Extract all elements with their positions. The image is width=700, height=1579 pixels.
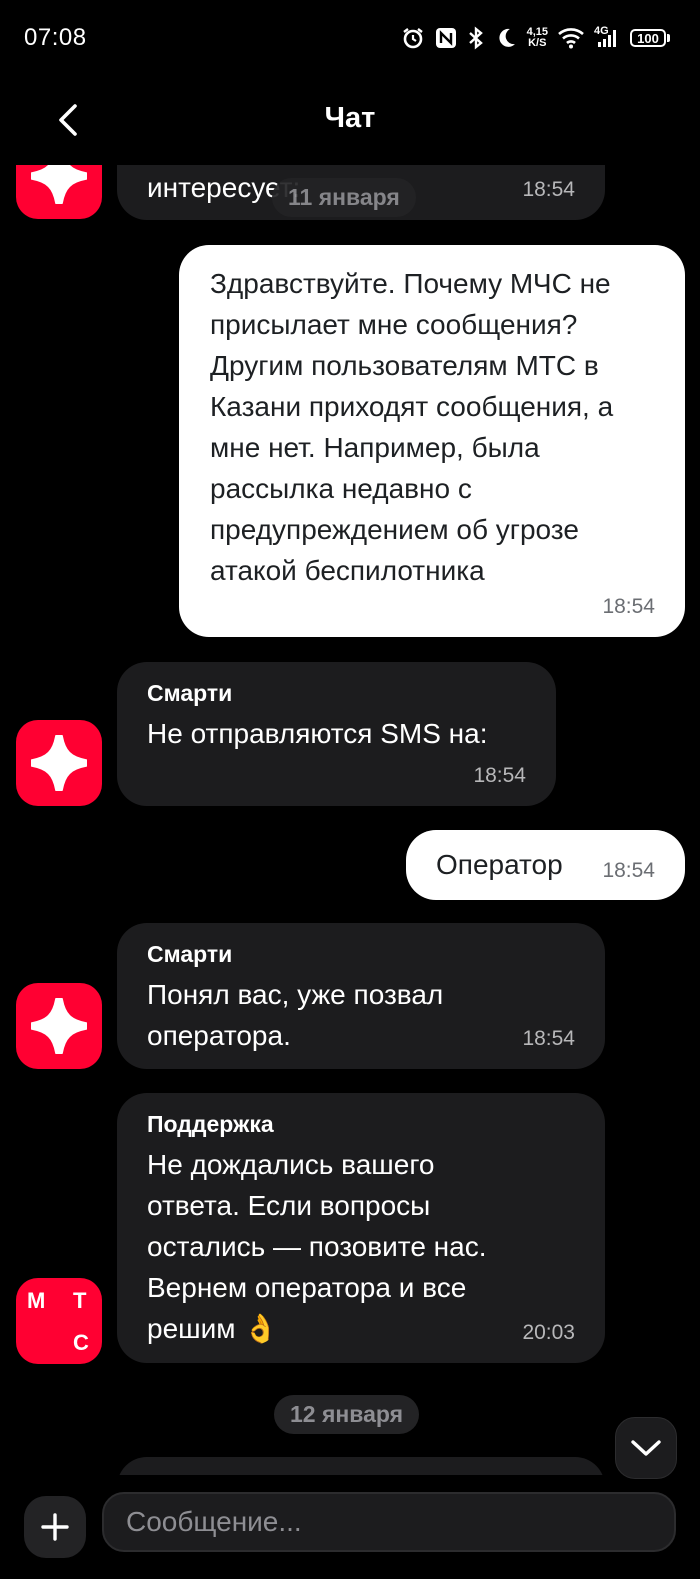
mts-logo-letter: М — [27, 1288, 46, 1313]
message-text: Не дождались вашего ответа. Если вопросы… — [147, 1149, 487, 1344]
nfc-icon — [435, 27, 457, 49]
sparkle-icon — [31, 998, 87, 1054]
message-sender: Смарти — [147, 941, 233, 967]
date-separator: 12 января — [274, 1395, 420, 1434]
bluetooth-icon — [467, 26, 485, 50]
mts-avatar: М Т С — [16, 1278, 102, 1364]
message-time: 18:54 — [473, 764, 526, 787]
alarm-icon — [401, 26, 425, 50]
message-bubble-outgoing[interactable]: Здравствуйте. Почему МЧС не присылает мн… — [179, 245, 685, 637]
mts-logo: М Т С — [16, 1278, 102, 1364]
message-text: Понял вас, уже позвал оператора. — [147, 979, 444, 1051]
message-time: 18:54 — [522, 178, 575, 201]
message-bubble-incoming[interactable]: Поддержка Не дождались вашего ответа. Ес… — [117, 1093, 605, 1363]
cellular-signal-icon: 4G — [594, 25, 620, 49]
status-time: 07:08 — [24, 24, 87, 51]
message-time: 18:54 — [602, 859, 655, 882]
message-bubble-outgoing[interactable]: Оператор 18:54 — [406, 830, 685, 900]
status-icons: 4,15 K/S 4G 100 — [401, 22, 670, 54]
page-title: Чат — [324, 102, 376, 134]
message-time: 18:54 — [522, 1027, 575, 1050]
message-bubble-incoming[interactable]: Смарти Понял вас, уже позвал оператора. … — [117, 923, 605, 1069]
message-bubble-incoming[interactable] — [117, 1457, 605, 1475]
message-time: 18:54 — [602, 595, 655, 618]
battery-indicator: 100 — [630, 29, 670, 47]
plus-icon — [41, 1513, 69, 1541]
message-bubble-incoming[interactable]: Смарти Не отправляются SMS на: 18:54 — [117, 662, 556, 806]
status-bar: 07:08 4,15 K/S 4G 100 — [0, 0, 700, 78]
network-type: 4G — [594, 25, 609, 37]
message-input[interactable] — [102, 1492, 676, 1552]
scroll-to-bottom-button[interactable] — [615, 1417, 677, 1479]
battery-level: 100 — [630, 29, 666, 47]
message-time: 20:03 — [522, 1321, 575, 1344]
network-speed-unit: K/S — [528, 37, 547, 49]
message-text: Здравствуйте. Почему МЧС не присылает мн… — [210, 268, 614, 586]
chevron-down-icon — [631, 1440, 661, 1456]
chat-header: Чат — [0, 80, 700, 160]
mts-logo-letter: Т — [73, 1288, 87, 1313]
attach-button[interactable] — [24, 1496, 86, 1558]
sparkle-icon — [31, 735, 87, 791]
message-text: Не отправляются SMS на: — [147, 718, 488, 749]
date-separator: 11 января — [272, 178, 416, 217]
moon-icon — [495, 27, 517, 49]
mts-logo-letter: С — [73, 1330, 89, 1355]
sparkle-icon — [31, 165, 87, 204]
message-sender: Поддержка — [147, 1111, 274, 1137]
wifi-icon — [558, 27, 584, 49]
message-list[interactable]: интересует: 18:54 11 января Здравствуйте… — [0, 165, 700, 1475]
message-composer — [0, 1480, 700, 1579]
message-sender: Смарти — [147, 680, 233, 706]
chat-screen: 07:08 4,15 K/S 4G 100 Чат интересует: 18… — [0, 0, 700, 1579]
smarti-avatar — [16, 720, 102, 806]
battery-tip — [667, 34, 670, 42]
smarti-avatar — [16, 983, 102, 1069]
network-speed: 4,15 K/S — [527, 27, 548, 49]
smarti-avatar — [16, 165, 102, 219]
